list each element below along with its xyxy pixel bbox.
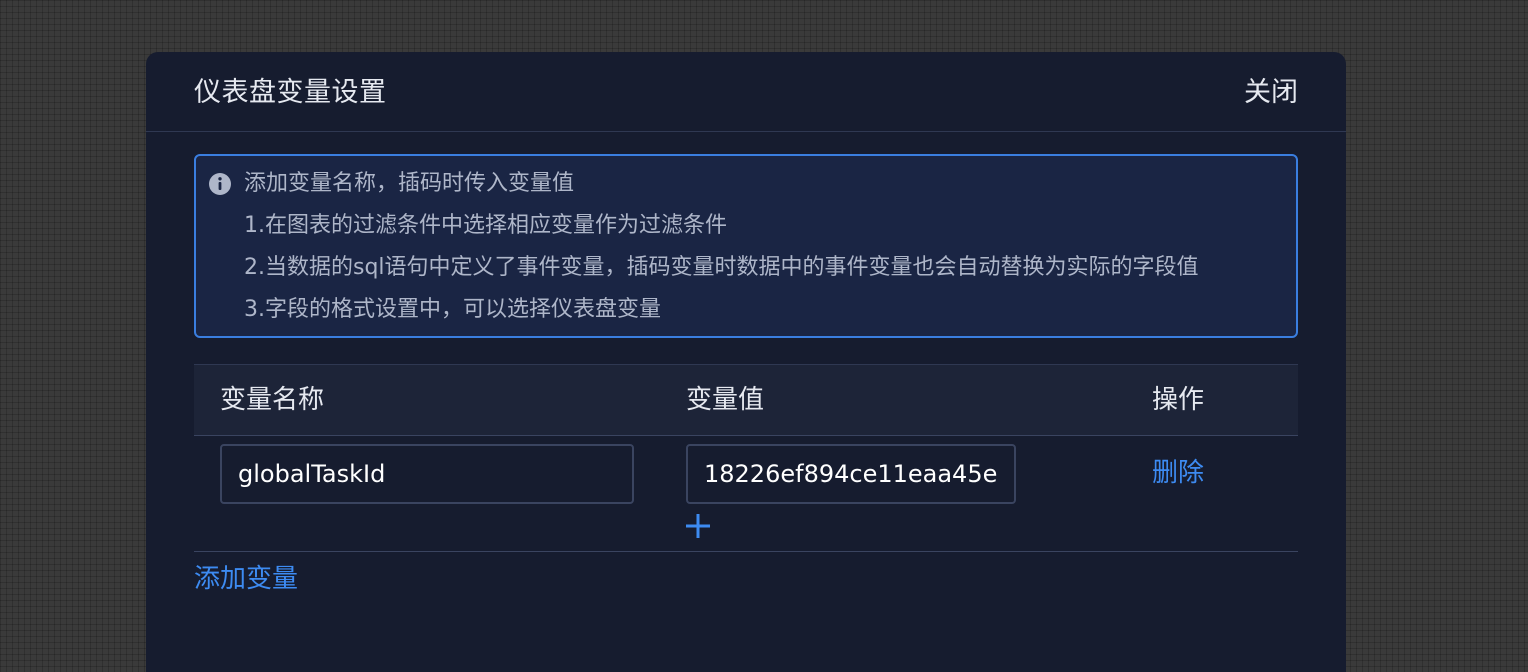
column-header-action: 操作 [1152, 385, 1205, 415]
add-value-plus-icon[interactable] [684, 512, 712, 540]
table-header: 变量名称 变量值 操作 [194, 364, 1298, 436]
notice-line: 添加变量名称，插码时传入变量值 [244, 171, 575, 196]
column-header-variable-value: 变量值 [686, 385, 765, 415]
info-icon [209, 173, 231, 195]
add-variable-button[interactable]: 添加变量 [194, 562, 298, 596]
notice-line: 3.字段的格式设置中，可以选择仪表盘变量 [244, 297, 661, 322]
dashboard-variable-dialog: 仪表盘变量设置 关闭 添加变量名称，插码时传入变量值 1.在图表的过滤条件中选择… [146, 52, 1346, 672]
info-notice: 添加变量名称，插码时传入变量值 1.在图表的过滤条件中选择相应变量作为过滤条件 … [194, 154, 1298, 338]
variable-name-input[interactable] [220, 444, 634, 504]
notice-line: 2.当数据的sql语句中定义了事件变量，插码变量时数据中的事件变量也会自动替换为… [244, 255, 1199, 280]
delete-button[interactable]: 删除 [1152, 456, 1204, 490]
column-header-variable-name: 变量名称 [220, 385, 325, 415]
notice-line: 1.在图表的过滤条件中选择相应变量作为过滤条件 [244, 213, 727, 238]
variable-value-input[interactable] [686, 444, 1016, 504]
table-row: 删除 [194, 436, 1298, 552]
dialog-title: 仪表盘变量设置 [194, 77, 387, 108]
dialog-header: 仪表盘变量设置 关闭 [146, 52, 1346, 132]
close-button[interactable]: 关闭 [1244, 76, 1298, 110]
